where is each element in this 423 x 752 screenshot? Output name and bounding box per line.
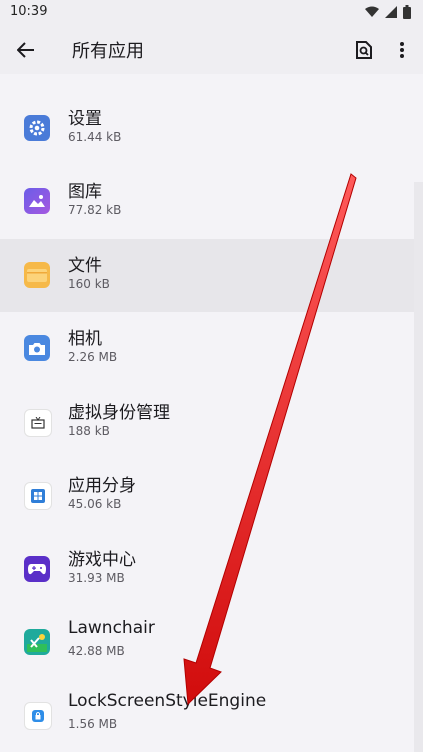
wifi-icon [365,6,379,17]
page-title: 所有应用 [72,41,144,62]
search-button[interactable] [350,36,378,64]
list-item-lawnchair[interactable]: Lawnchair 42.88 MB [0,606,414,679]
app-name: 图库 [68,182,102,202]
tv-icon [24,409,52,437]
folder-icon [24,262,50,288]
list-item-settings[interactable]: 设置 61.44 kB [0,92,414,165]
app-size: 61.44 kB [68,130,122,144]
back-arrow-icon [17,42,34,58]
list-item-gallery[interactable]: 图库 77.82 kB [0,165,414,238]
status-time: 10:39 [10,4,48,19]
app-name: 虚拟身份管理 [68,403,170,423]
app-name: Lawnchair [68,618,155,638]
app-name: LockScreenStyleEngine [68,691,267,711]
app-list[interactable]: 设置 61.44 kB 图库 77.82 kB 文件 160 kB 相机 2.2… [0,74,423,752]
app-size: 42.88 MB [68,644,125,658]
app-size: 77.82 kB [68,203,122,217]
app-size: 160 kB [68,277,110,291]
gamepad-icon [24,556,50,582]
app-name: 文件 [68,256,102,276]
app-name: 游戏中心 [68,550,136,570]
list-item-lockscreen-style-engine[interactable]: LockScreenStyleEngine 1.56 MB [0,679,414,752]
back-button[interactable] [12,36,40,64]
camera-icon [24,335,50,361]
app-size: 1.56 MB [68,717,118,731]
lawnchair-icon [24,629,50,655]
app-name: 应用分身 [68,476,136,496]
list-item-files[interactable]: 文件 160 kB [0,239,414,312]
more-vertical-icon [400,42,404,58]
app-size: 45.06 kB [68,497,122,511]
settings-gear-icon [24,115,50,141]
app-clone-icon [24,482,52,510]
app-name: 相机 [68,329,102,349]
app-size: 188 kB [68,424,110,438]
app-bar: 所有应用 [0,24,423,74]
list-item-game-center[interactable]: 游戏中心 31.93 MB [0,533,414,606]
status-icons [365,4,411,20]
app-size: 31.93 MB [68,571,125,585]
battery-icon [403,5,411,19]
app-name: 设置 [68,109,102,129]
status-bar: 10:39 [0,0,423,24]
search-icon [356,41,372,59]
list-item-virtual-identity[interactable]: 虚拟身份管理 188 kB [0,386,414,459]
app-size: 2.26 MB [68,350,118,364]
list-item-app-clone[interactable]: 应用分身 45.06 kB [0,459,414,532]
signal-icon [385,6,397,18]
list-item-camera[interactable]: 相机 2.26 MB [0,312,414,385]
lockscreen-icon [24,702,52,730]
gallery-icon [24,188,50,214]
scrollbar-track[interactable] [414,182,423,752]
more-options-button[interactable] [390,36,414,64]
